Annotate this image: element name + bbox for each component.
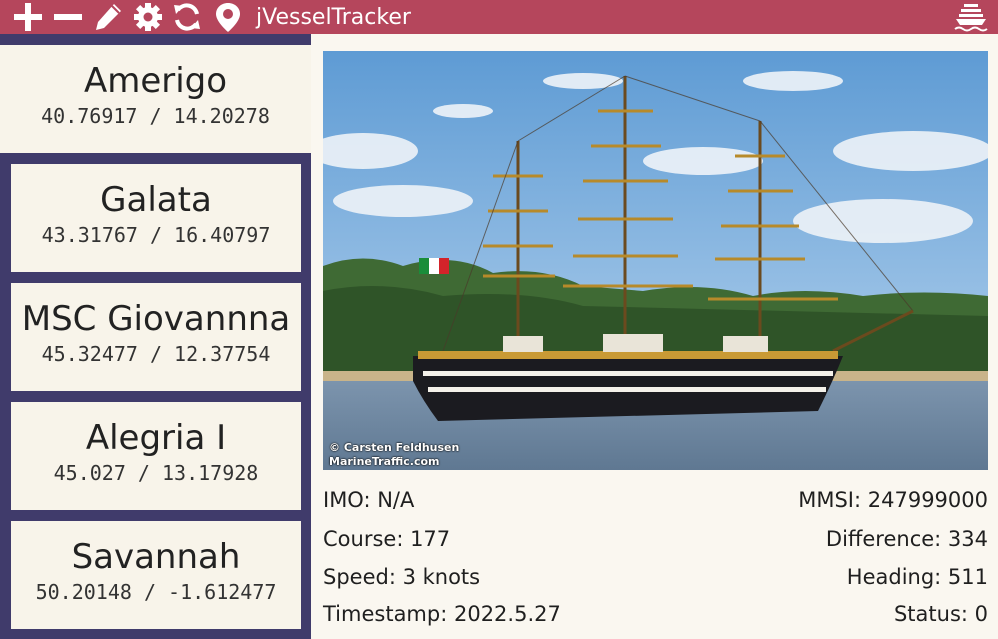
vessel-list: Amerigo 40.76917 / 14.20278 Galata 43.31… (0, 34, 311, 639)
vessel-coordinates: 45.027 / 13.17928 (53, 461, 259, 485)
top-toolbar: jVesselTracker (0, 0, 998, 34)
speed-label: Speed: 3 knots (323, 565, 481, 589)
vessel-coordinates: 43.31767 / 16.40797 (41, 223, 271, 247)
vessel-name: MSC Giovannna (21, 299, 291, 339)
difference-label: Difference: 334 (825, 527, 988, 551)
ship-icon[interactable] (950, 0, 990, 34)
vessel-item-alegria-i[interactable]: Alegria I 45.027 / 13.17928 (11, 402, 301, 510)
plus-icon[interactable] (10, 0, 46, 34)
vessel-item-galata[interactable]: Galata 43.31767 / 16.40797 (11, 164, 301, 272)
gear-icon[interactable] (131, 0, 165, 34)
vessel-coordinates: 50.20148 / -1.612477 (35, 580, 277, 604)
vessel-name: Savannah (71, 537, 241, 577)
imo-label: IMO: N/A (323, 488, 415, 512)
vessel-name: Amerigo (83, 61, 228, 101)
pencil-icon[interactable] (91, 0, 125, 34)
timestamp-label: Timestamp: 2022.5.27 (323, 602, 561, 626)
vessel-item-amerigo[interactable]: Amerigo 40.76917 / 14.20278 (0, 45, 311, 153)
heading-label: Heading: 511 (846, 565, 988, 589)
vessel-item-msc-giovannna[interactable]: MSC Giovannna 45.32477 / 12.37754 (11, 283, 301, 391)
mmsi-label: MMSI: 247999000 (798, 488, 988, 512)
vessel-photo: © Carsten Feldhusen MarineTraffic.com (323, 51, 988, 470)
status-label: Status: 0 (893, 602, 988, 626)
vessel-item-savannah[interactable]: Savannah 50.20148 / -1.612477 (11, 521, 301, 629)
photo-source: MarineTraffic.com (329, 455, 440, 468)
refresh-icon[interactable] (170, 0, 204, 34)
course-label: Course: 177 (323, 527, 451, 551)
vessel-coordinates: 45.32477 / 12.37754 (41, 342, 271, 366)
minus-icon[interactable] (50, 0, 86, 34)
vessel-name: Alegria I (85, 418, 227, 458)
vessel-name: Galata (100, 180, 212, 220)
photo-credit: © Carsten Feldhusen (329, 441, 460, 454)
map-pin-icon[interactable] (212, 0, 244, 34)
app-title: jVesselTracker (256, 5, 411, 30)
vessel-coordinates: 40.76917 / 14.20278 (41, 104, 270, 128)
